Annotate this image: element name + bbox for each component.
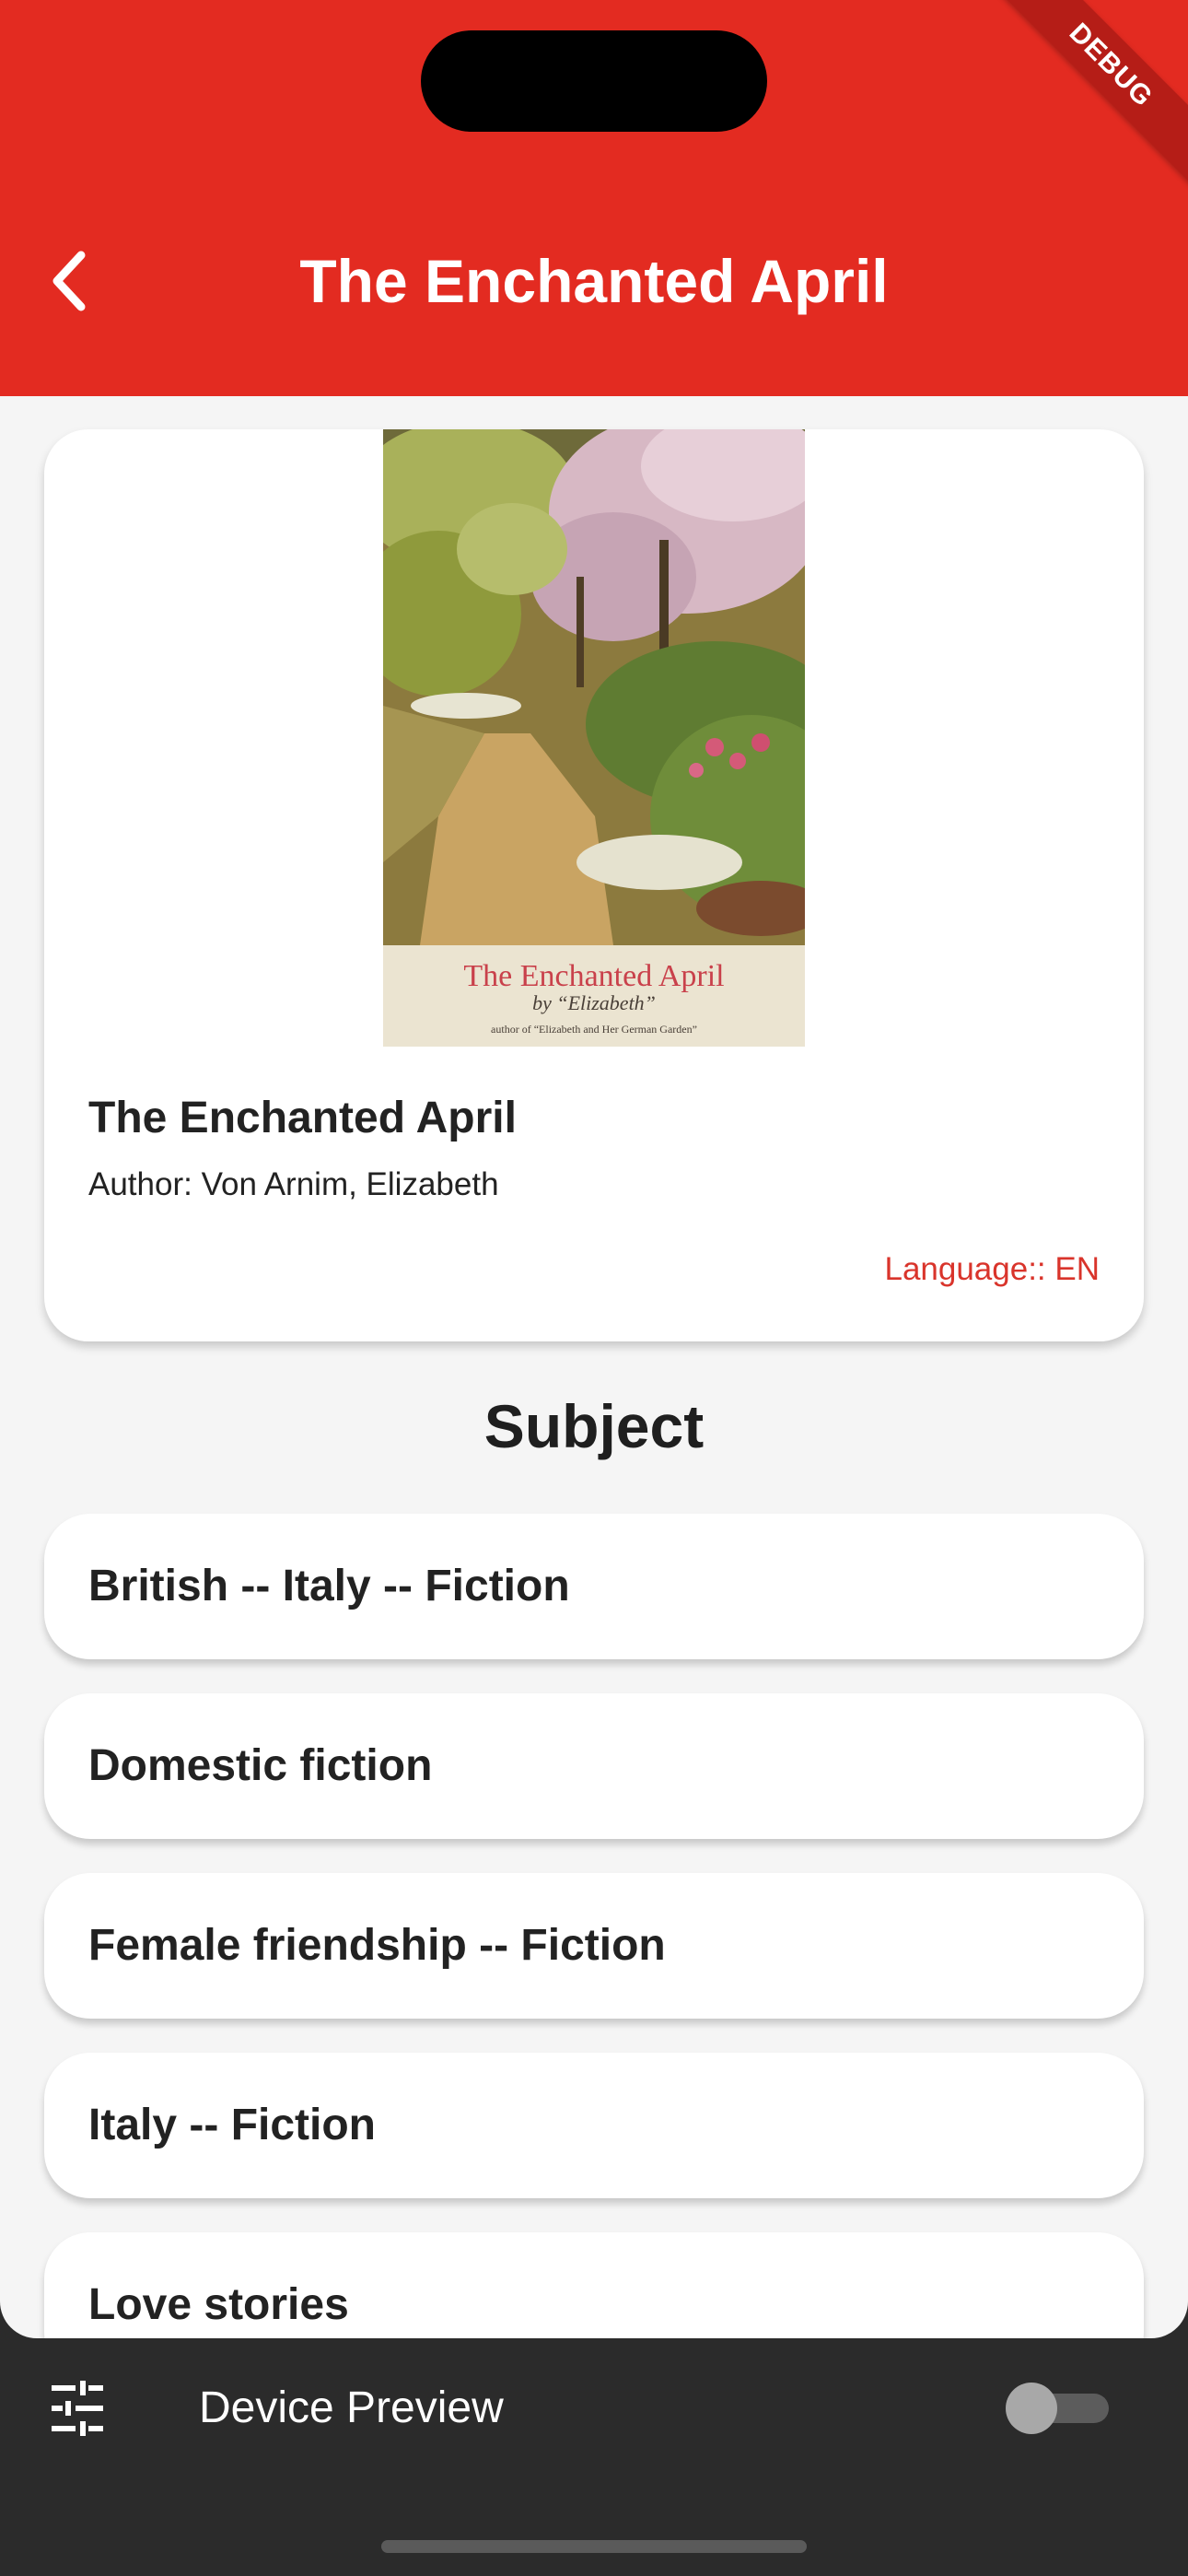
subject-label: Italy -- Fiction	[88, 2101, 376, 2149]
subject-item[interactable]: Italy -- Fiction	[44, 2053, 1144, 2198]
home-indicator	[381, 2540, 807, 2553]
scroll-content[interactable]: The Enchanted April by “Elizabeth” autho…	[0, 396, 1188, 2338]
page-title: The Enchanted April	[299, 247, 889, 315]
subject-item[interactable]: Domestic fiction	[44, 1693, 1144, 1839]
book-language: Language:: EN	[884, 1251, 1100, 1287]
device-preview-toggle[interactable]	[1006, 2383, 1109, 2434]
cover-byline-text: by “Elizabeth”	[532, 991, 656, 1014]
book-title: The Enchanted April	[88, 1094, 517, 1142]
book-card: The Enchanted April by “Elizabeth” autho…	[44, 429, 1144, 1341]
subject-label: Love stories	[88, 2280, 349, 2329]
device-preview-label: Device Preview	[199, 2383, 504, 2432]
subject-heading: Subject	[483, 1392, 705, 1460]
subject-label: British -- Italy -- Fiction	[88, 1562, 570, 1610]
book-cover-image: The Enchanted April by “Elizabeth” autho…	[383, 429, 805, 1047]
chevron-left-icon	[52, 251, 86, 311]
cover-title-text: The Enchanted April	[463, 959, 724, 993]
app-screen: The Enchanted April DEBUG The Enchanted …	[0, 0, 1188, 2338]
cover-note-text: author of “Elizabeth and Her German Gard…	[491, 1023, 697, 1036]
sliders-icon[interactable]	[48, 2379, 107, 2438]
toggle-knob	[1006, 2383, 1057, 2434]
debug-banner: DEBUG	[981, 0, 1188, 195]
subject-list: British -- Italy -- Fiction Domestic fic…	[44, 1514, 1144, 2338]
device-preview-toolbar: Device Preview	[0, 2338, 1188, 2576]
subject-item[interactable]: Female friendship -- Fiction	[44, 1873, 1144, 2019]
dynamic-island	[421, 30, 767, 132]
back-button[interactable]	[28, 235, 120, 327]
subject-label: Female friendship -- Fiction	[88, 1921, 666, 1970]
book-author: Author: Von Arnim, Elizabeth	[88, 1166, 499, 1202]
app-bar: The Enchanted April DEBUG	[0, 0, 1188, 396]
subject-item[interactable]: British -- Italy -- Fiction	[44, 1514, 1144, 1659]
subject-label: Domestic fiction	[88, 1741, 433, 1790]
subject-item[interactable]: Love stories	[44, 2232, 1144, 2338]
